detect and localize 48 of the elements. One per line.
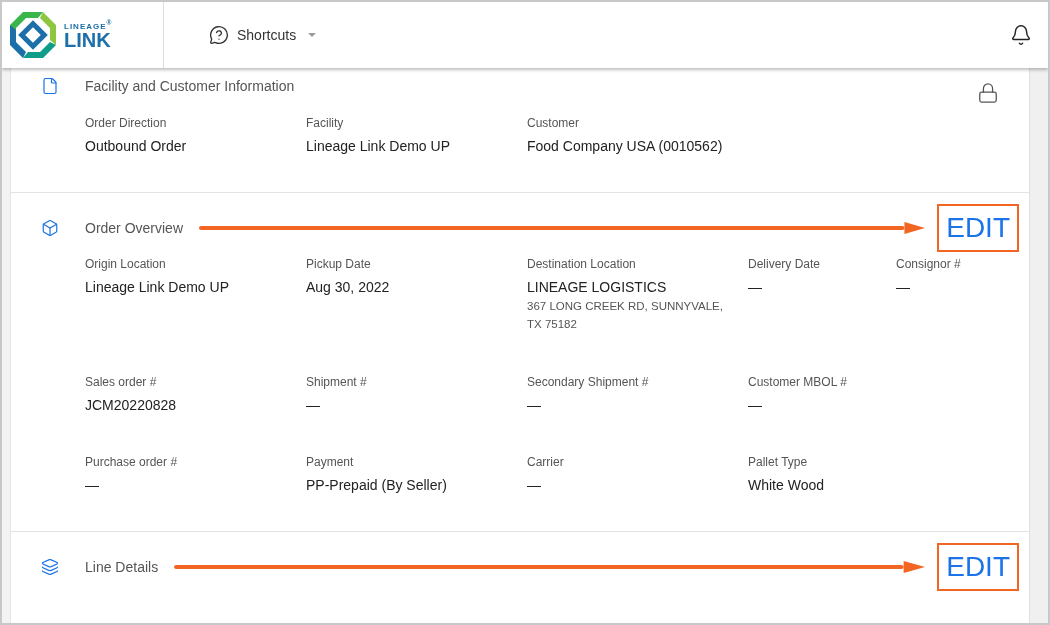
- field-value: —: [748, 279, 763, 295]
- address-text: 367 LONG CREEK RD, SUNNYVALE, TX 75182: [527, 299, 724, 332]
- field-label: Consignor #: [896, 257, 962, 271]
- field-label: Destination Location: [527, 257, 637, 271]
- file-icon: [41, 77, 59, 95]
- logo-tagline: LINEAGE$^{®}$: [64, 19, 113, 31]
- notifications-button[interactable]: [1010, 24, 1032, 46]
- edit-callout: EDIT: [937, 204, 1019, 252]
- field-value: Lineage Link Demo UP: [306, 138, 451, 154]
- field-label: Carrier: [527, 455, 565, 469]
- shortcuts-menu[interactable]: Shortcuts: [209, 25, 317, 45]
- edit-callout: EDIT: [937, 543, 1019, 591]
- box-icon: [41, 219, 59, 237]
- field-value: Outbound Order: [85, 138, 188, 154]
- field-label: Origin Location: [85, 257, 167, 271]
- field-value: Food Company USA (0010562): [527, 138, 724, 154]
- field-value: —: [527, 477, 542, 493]
- field-label: Customer MBOL #: [748, 375, 848, 389]
- field-value: —: [896, 279, 911, 295]
- layers-icon: [41, 558, 59, 576]
- section-title: Facility and Customer Information: [85, 78, 295, 94]
- field-value: —: [527, 397, 542, 413]
- section-title: Order Overview: [85, 220, 184, 236]
- field-label: Purchase order #: [85, 455, 179, 469]
- field-value: —: [748, 397, 763, 413]
- field-label: Shipment #: [306, 375, 368, 389]
- field-value: Lineage Link Demo UP: [85, 279, 230, 295]
- field-label: Sales order #: [85, 375, 158, 389]
- field-label: Order Direction: [85, 116, 168, 130]
- field-value: —: [306, 397, 321, 413]
- field-label: Delivery Date: [748, 257, 822, 271]
- field-value: —: [85, 477, 100, 493]
- logo-text: LINK: [64, 30, 112, 51]
- field-value: JCM20220828: [85, 397, 178, 413]
- field-value: LINEAGE LOGISTICS: [527, 279, 668, 295]
- field-label: Pallet Type: [748, 455, 809, 469]
- help-chat-icon: [209, 25, 229, 45]
- field-value: PP-Prepaid (By Seller): [306, 477, 448, 493]
- logo-icon: [8, 10, 58, 60]
- field-label: Facility: [306, 116, 345, 130]
- field-value: Aug 30, 2022: [306, 279, 391, 295]
- field-value: White Wood: [748, 477, 825, 493]
- field-label: Payment: [306, 455, 355, 469]
- section-title: Line Details: [85, 559, 159, 575]
- field-label: Secondary Shipment #: [527, 375, 650, 389]
- caret-icon: [308, 33, 317, 37]
- field-label: Pickup Date: [306, 257, 372, 271]
- field-label: Customer: [527, 116, 580, 130]
